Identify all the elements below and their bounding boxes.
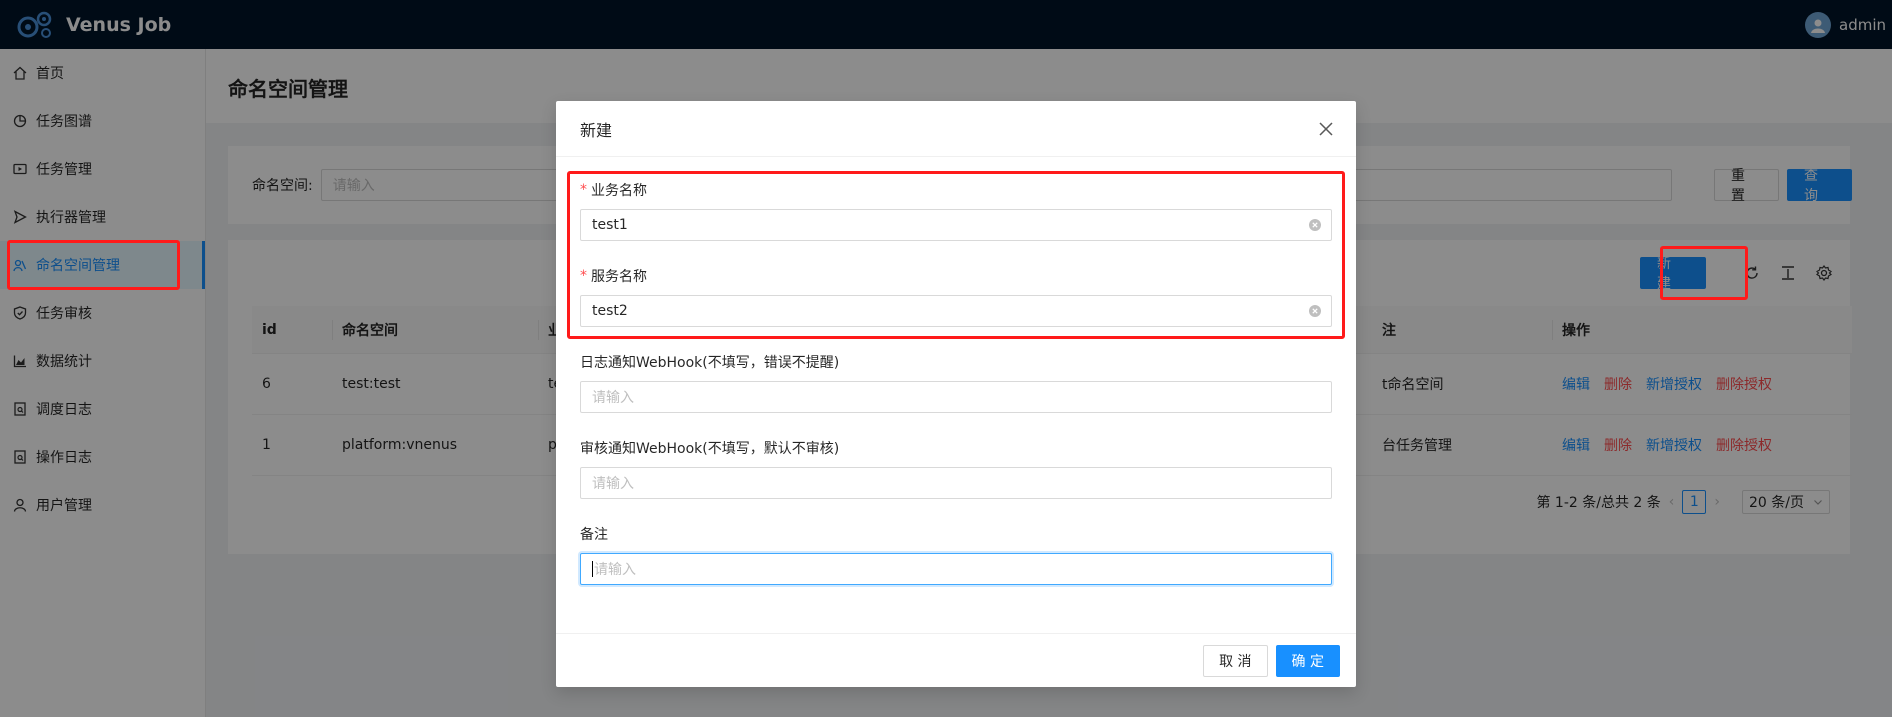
- form-item-log-webhook: 日志通知WebHook(不填写，错误不提醒) 请输入: [580, 351, 1332, 413]
- remark-label: 备注: [580, 527, 608, 543]
- log-webhook-label: 日志通知WebHook(不填写，错误不提醒): [580, 355, 840, 371]
- remark-input[interactable]: 请输入: [580, 553, 1332, 585]
- close-icon[interactable]: [1316, 119, 1336, 139]
- form-item-remark: 备注 请输入: [580, 523, 1332, 585]
- audit-webhook-label: 审核通知WebHook(不填写，默认不审核): [580, 441, 840, 457]
- remark-placeholder: 请输入: [594, 562, 636, 578]
- text-caret: [592, 561, 593, 577]
- annotation-highlight-required-fields: [567, 171, 1345, 339]
- modal-footer: 取 消 确 定: [556, 633, 1356, 687]
- annotation-highlight-new-button: [1660, 246, 1748, 300]
- log-webhook-input[interactable]: 请输入: [580, 381, 1332, 413]
- cancel-button[interactable]: 取 消: [1203, 644, 1268, 677]
- audit-webhook-input[interactable]: 请输入: [580, 467, 1332, 499]
- modal-header: 新建: [556, 101, 1356, 157]
- form-item-audit-webhook: 审核通知WebHook(不填写，默认不审核) 请输入: [580, 437, 1332, 499]
- ok-button[interactable]: 确 定: [1275, 644, 1340, 677]
- modal-title: 新建: [580, 120, 613, 140]
- annotation-highlight-sidebar: [7, 240, 180, 290]
